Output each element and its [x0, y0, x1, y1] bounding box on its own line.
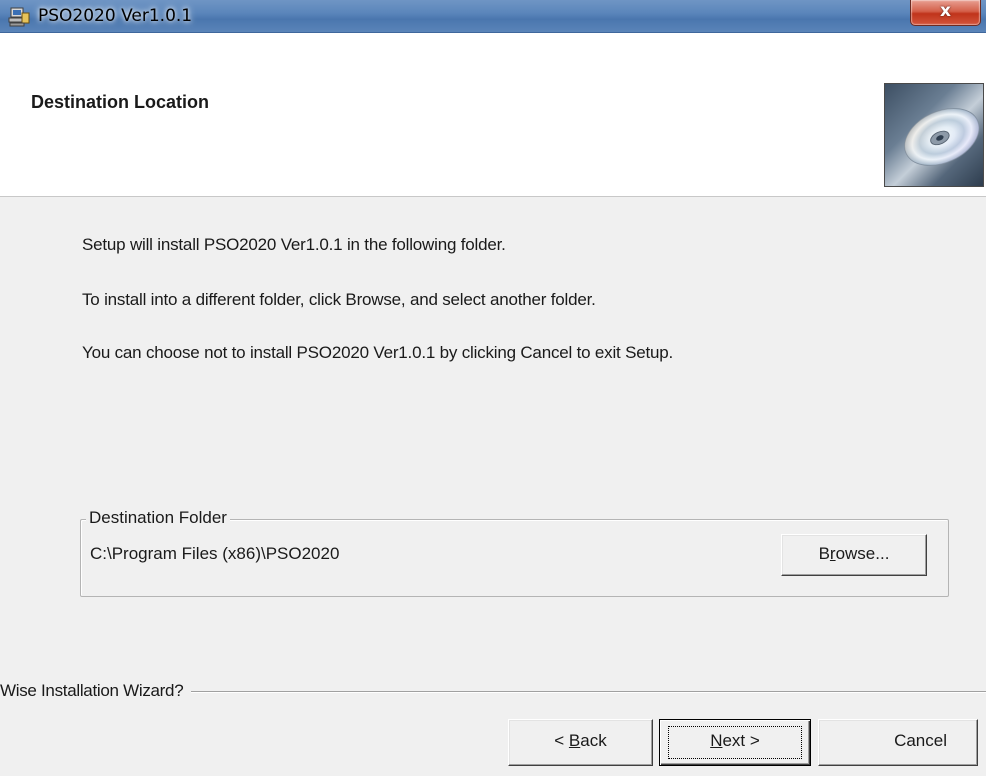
- cd-disc-image: [884, 83, 984, 187]
- setup-computer-icon: [8, 7, 30, 27]
- title-bar[interactable]: PSO2020 Ver1.0.1 x: [0, 0, 986, 33]
- next-button[interactable]: Next >: [659, 719, 811, 766]
- destination-folder-label: Destination Folder: [86, 508, 230, 528]
- header-band: [0, 33, 986, 197]
- back-button[interactable]: < Back: [508, 719, 653, 766]
- page-title: Destination Location: [31, 92, 210, 112]
- destination-path: C:\Program Files (x86)\PSO2020: [90, 544, 340, 563]
- back-button-label: < Back: [554, 731, 607, 750]
- browse-button-label: Browse...: [818, 544, 890, 563]
- installer-window: PSO2020 Ver1.0.1 x Destination Location: [0, 0, 986, 776]
- browse-button[interactable]: Browse...: [781, 534, 927, 576]
- close-icon: x: [940, 1, 951, 21]
- cancel-button[interactable]: Cancel: [818, 719, 978, 766]
- info-line-cancel-hint: You can choose not to install PSO2020 Ve…: [82, 343, 674, 362]
- info-line-install-location: Setup will install PSO2020 Ver1.0.1 in t…: [82, 235, 506, 254]
- window-title: PSO2020 Ver1.0.1: [38, 6, 193, 26]
- wizard-brand-label: Wise Installation Wizard?: [0, 681, 192, 701]
- cancel-button-label: Cancel: [894, 731, 947, 750]
- info-line-browse-hint: To install into a different folder, clic…: [82, 290, 596, 309]
- next-button-label: Next >: [710, 731, 760, 750]
- close-button[interactable]: x: [910, 0, 981, 26]
